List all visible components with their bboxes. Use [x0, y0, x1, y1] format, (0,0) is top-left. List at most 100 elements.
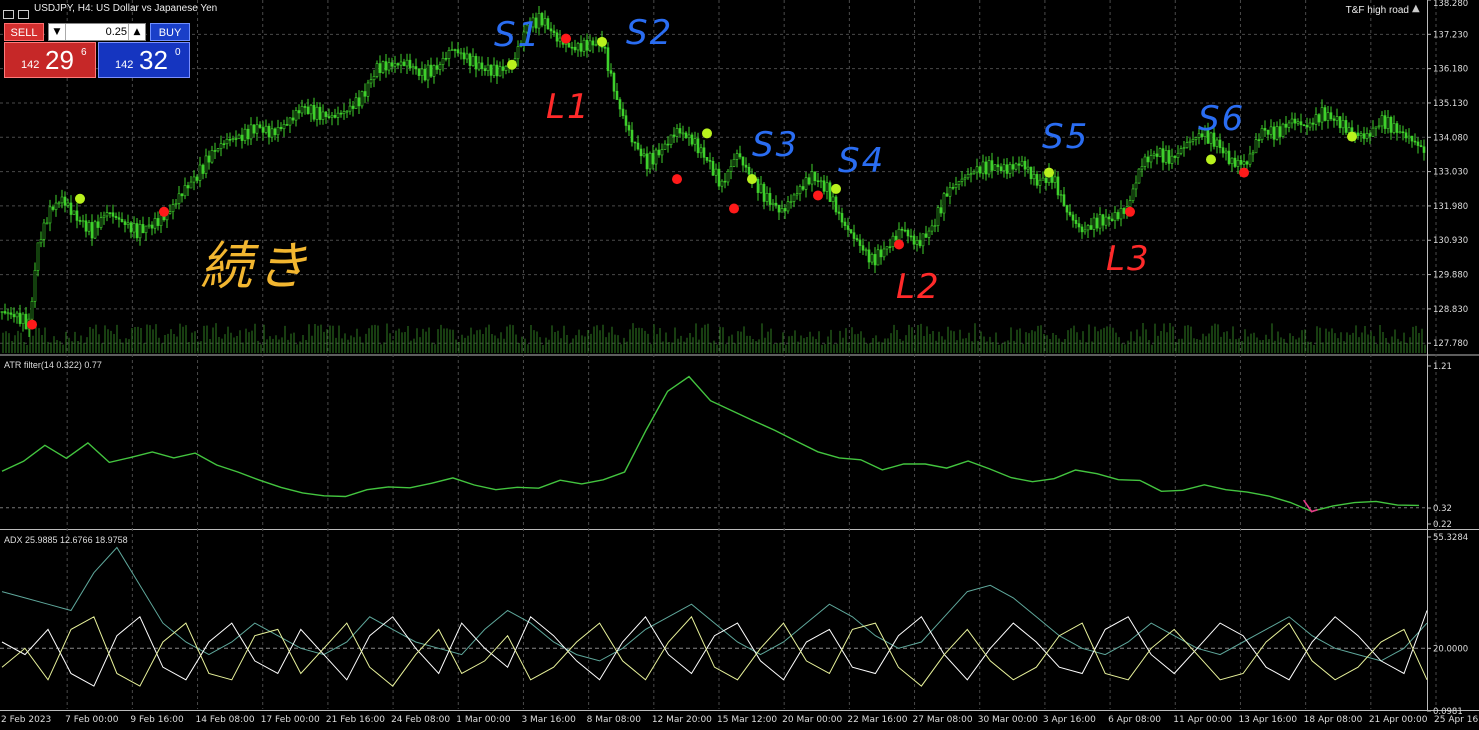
candle-body [915, 240, 919, 245]
handwritten-annotations: S1 S2 S3 S4 S5 S6 L1 L2 L3 続き [200, 13, 1243, 307]
candle-body [933, 225, 937, 227]
buy-button[interactable]: BUY [150, 23, 190, 41]
candle-body [1032, 174, 1036, 180]
candle-body [1341, 120, 1345, 129]
candle-body [591, 40, 595, 46]
candle-body [795, 193, 799, 196]
candle-body [1368, 133, 1372, 137]
candle-body [1083, 229, 1087, 233]
candle-body [912, 235, 916, 245]
candle-body [831, 196, 835, 202]
candle-body [354, 97, 358, 109]
candle-body [477, 62, 481, 70]
sell-price-box[interactable]: 142 29 6 [4, 42, 96, 78]
one-click-trading-panel: SELL ▼ 0.25 ▲ BUY 142 29 6 142 32 0 [4, 22, 190, 79]
candle-body [1122, 208, 1126, 214]
candle-body [618, 99, 622, 110]
candle-body [1104, 216, 1108, 226]
candle-body [252, 124, 256, 134]
lot-size-value[interactable]: 0.25 [67, 24, 127, 40]
candle-body [1398, 131, 1402, 134]
candle-body [1257, 139, 1261, 141]
candle-body [879, 249, 883, 258]
candle-body [813, 171, 817, 182]
adx-tick-label: 20.0000 [1433, 644, 1468, 654]
candle-body [315, 106, 319, 120]
candle-body [576, 43, 580, 51]
candle-body [306, 106, 310, 115]
candle-body [48, 206, 52, 224]
candle-body [1140, 166, 1144, 170]
candle-body [978, 166, 982, 174]
annotation-continued: 続き [200, 237, 312, 297]
candle-body [657, 149, 661, 156]
candle-body [1347, 127, 1351, 133]
lot-decrease-icon[interactable]: ▼ [49, 24, 66, 40]
candle-body [120, 219, 124, 222]
candle-body [408, 59, 412, 69]
candle-body [231, 138, 235, 140]
sell-price-prefix: 142 [21, 59, 40, 71]
chart-area[interactable]: 2 Feb 2023 7 Feb 00:00 9 Feb 16:00 14 Feb 0… [0, 0, 1479, 726]
candle-body [675, 128, 679, 137]
candle-body [357, 97, 361, 107]
candle-body [546, 18, 550, 30]
candle-body [1299, 121, 1303, 126]
candle-body [204, 155, 208, 174]
candle-body [636, 142, 640, 150]
sell-button[interactable]: SELL [4, 23, 44, 41]
candle-body [1170, 155, 1174, 164]
candle-body [402, 61, 406, 67]
candle-body [1272, 126, 1276, 140]
candle-body [321, 111, 325, 120]
chart-window-icon[interactable] [3, 10, 14, 19]
candle-body [1044, 177, 1048, 183]
candle-body [72, 210, 76, 215]
time-tick-label: 12 Mar 20:00 [652, 715, 712, 725]
candle-body [1401, 131, 1405, 134]
candle-body [1080, 226, 1084, 233]
candle-body [393, 63, 397, 67]
candle-body [504, 66, 508, 71]
candle-body [1101, 214, 1105, 226]
sell-signal-dot [729, 203, 739, 214]
candle-body [570, 46, 574, 49]
candle-body [801, 186, 805, 190]
time-tick-label: 9 Feb 16:00 [130, 715, 184, 725]
buy-signal-dot [831, 183, 841, 194]
candle-body [1158, 148, 1162, 157]
dropdown-icon[interactable] [18, 10, 29, 19]
candle-body [1137, 168, 1141, 184]
candle-body [483, 68, 487, 72]
candle-body [1416, 141, 1420, 146]
candle-body [1002, 164, 1006, 172]
candle-body [936, 207, 940, 226]
buy-price-main: 32 [139, 45, 168, 75]
candle-body [429, 64, 433, 77]
candle-body [852, 232, 856, 239]
candle-body [111, 212, 115, 217]
time-tick-label: 14 Feb 08:00 [196, 715, 255, 725]
candle-body [771, 202, 775, 205]
candle-body [648, 152, 652, 170]
lot-size-stepper[interactable]: ▼ 0.25 ▲ [48, 23, 146, 41]
time-tick-label: 15 Mar 12:00 [717, 715, 777, 725]
time-tick-label: 11 Apr 00:00 [1173, 715, 1232, 725]
candle-body [609, 70, 613, 74]
price-tick-label: 136.180 [1433, 65, 1468, 75]
candle-body [1356, 132, 1360, 137]
candle-body [330, 115, 334, 118]
candle-body [405, 59, 409, 67]
buy-price-box[interactable]: 142 32 0 [98, 42, 190, 78]
candle-body [1323, 107, 1327, 121]
lot-increase-icon[interactable]: ▲ [128, 24, 145, 40]
atr-tick-label: 0.32 [1433, 504, 1452, 514]
candle-body [699, 147, 703, 154]
candle-body [786, 201, 790, 212]
candle-body [45, 222, 49, 225]
candle-body [186, 185, 190, 189]
candle-body [828, 182, 832, 202]
candle-body [1095, 217, 1099, 229]
candle-body [858, 239, 862, 246]
sell-signal-dot [561, 33, 571, 44]
